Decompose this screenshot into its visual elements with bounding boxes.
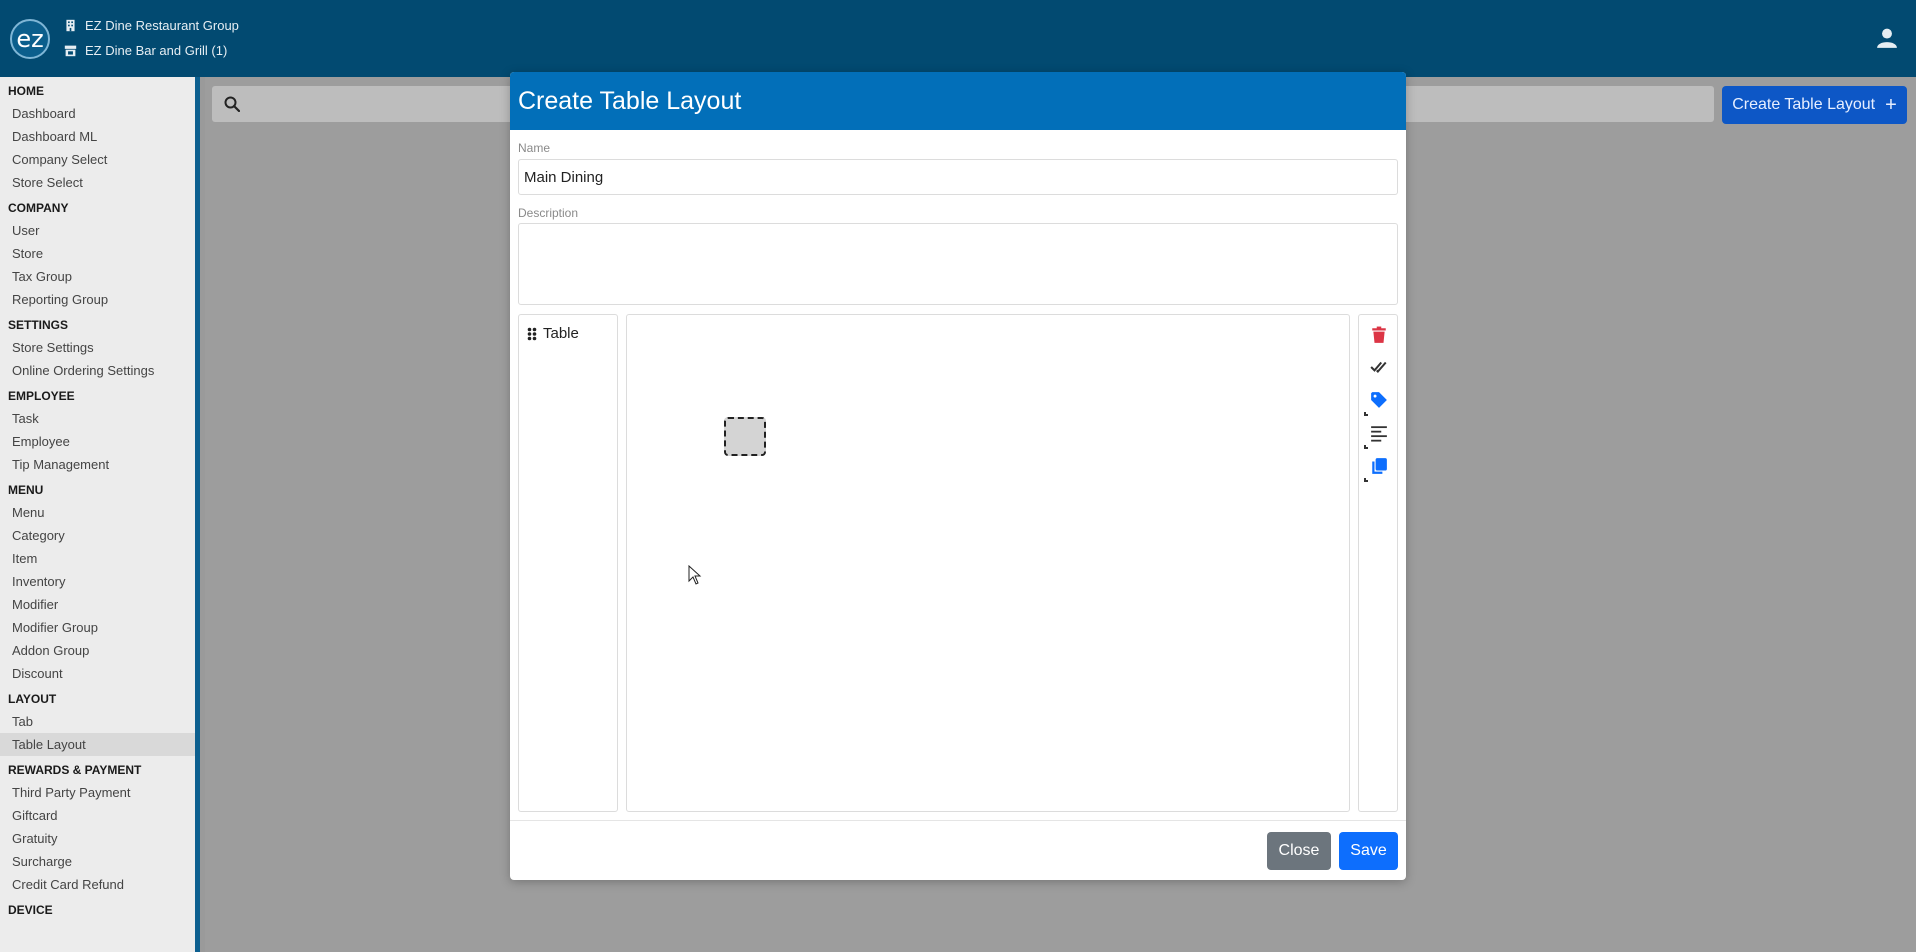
description-input[interactable] [518, 223, 1398, 305]
canvas-toolbar [1358, 314, 1398, 812]
store-selector[interactable]: EZ Dine Bar and Grill (1) [64, 43, 227, 58]
element-palette: Table [518, 314, 618, 812]
sidebar-item-table-layout[interactable]: Table Layout [0, 733, 195, 756]
sidebar-item-category[interactable]: Category [0, 524, 195, 547]
create-table-layout-button[interactable]: Create Table Layout + [1722, 86, 1907, 124]
nav-section-home: HOME [8, 84, 44, 98]
sidebar-item-giftcard[interactable]: Giftcard [0, 804, 195, 827]
name-label: Name [518, 141, 551, 155]
sidebar-item-tax-group[interactable]: Tax Group [0, 265, 195, 288]
copy-icon [1372, 458, 1387, 474]
sidebar-item-modifier[interactable]: Modifier [0, 593, 195, 616]
sidebar-item-task[interactable]: Task [0, 407, 195, 430]
tag-icon [1371, 392, 1387, 408]
duplicate-button[interactable] [1364, 456, 1389, 482]
sidebar-item-modifier-group[interactable]: Modifier Group [0, 616, 195, 639]
sidebar-item-discount[interactable]: Discount [0, 662, 195, 685]
align-button[interactable] [1364, 423, 1389, 449]
store-icon [64, 45, 77, 57]
save-button[interactable]: Save [1339, 832, 1398, 870]
sidebar-item-store-settings[interactable]: Store Settings [0, 336, 195, 359]
sidebar-item-dashboard-ml[interactable]: Dashboard ML [0, 125, 195, 148]
sidebar-item-tab[interactable]: Tab [0, 710, 195, 733]
modal-title: Create Table Layout [510, 72, 1406, 130]
company-selector[interactable]: EZ Dine Restaurant Group [64, 18, 239, 33]
company-name: EZ Dine Restaurant Group [85, 18, 239, 33]
mouse-cursor-icon [688, 565, 702, 585]
search-icon [212, 86, 252, 122]
sidebar-item-online-ordering-settings[interactable]: Online Ordering Settings [0, 359, 195, 382]
sidebar-item-addon-group[interactable]: Addon Group [0, 639, 195, 662]
store-name: EZ Dine Bar and Grill (1) [85, 43, 228, 58]
sidebar-item-menu[interactable]: Menu [0, 501, 195, 524]
delete-button[interactable] [1369, 325, 1389, 345]
layout-canvas[interactable] [626, 314, 1350, 812]
sidebar-item-surcharge[interactable]: Surcharge [0, 850, 195, 873]
double-check-icon [1370, 361, 1387, 373]
create-button-label: Create Table Layout [1732, 96, 1876, 113]
sidebar-item-store-select[interactable]: Store Select [0, 171, 195, 194]
create-table-layout-modal: Create Table Layout Name Description Tab… [510, 72, 1406, 880]
label-button[interactable] [1364, 390, 1389, 416]
sidebar-item-inventory[interactable]: Inventory [0, 570, 195, 593]
top-bar: ez EZ Dine Restaurant Group EZ Dine Bar … [0, 0, 1916, 77]
select-all-button[interactable] [1369, 357, 1389, 377]
sidebar-item-store[interactable]: Store [0, 242, 195, 265]
dropdown-indicator-icon [1364, 478, 1368, 482]
building-icon [66, 19, 75, 32]
nav-section-device: DEVICE [8, 903, 53, 917]
sidebar-item-reporting-group[interactable]: Reporting Group [0, 288, 195, 311]
close-button[interactable]: Close [1267, 832, 1331, 870]
sidebar-item-gratuity[interactable]: Gratuity [0, 827, 195, 850]
sidebar-item-company-select[interactable]: Company Select [0, 148, 195, 171]
user-icon[interactable] [1876, 27, 1898, 49]
drag-handle-icon [527, 327, 537, 340]
dropdown-indicator-icon [1364, 412, 1368, 416]
sidebar-item-credit-card-refund[interactable]: Credit Card Refund [0, 873, 195, 896]
nav-section-employee: EMPLOYEE [8, 389, 75, 403]
nav-section-settings: SETTINGS [8, 318, 69, 332]
sidebar-item-user[interactable]: User [0, 219, 195, 242]
dropdown-indicator-icon [1364, 445, 1368, 449]
name-input[interactable] [518, 159, 1398, 195]
align-left-icon [1371, 426, 1387, 442]
plus-icon: + [1885, 94, 1897, 116]
description-label: Description [518, 206, 579, 220]
nav-section-company: COMPANY [8, 201, 69, 215]
sidebar-item-item[interactable]: Item [0, 547, 195, 570]
nav-section-rewards-payment: REWARDS & PAYMENT [8, 763, 142, 777]
trash-icon [1372, 326, 1386, 343]
palette-item-table[interactable]: Table [527, 325, 579, 342]
table-element[interactable] [724, 417, 766, 456]
sidebar-item-tip-management[interactable]: Tip Management [0, 453, 195, 476]
palette-item-label: Table [543, 325, 579, 342]
sidebar-nav: HOME Dashboard Dashboard ML Company Select S… [0, 77, 200, 952]
sidebar-item-employee[interactable]: Employee [0, 430, 195, 453]
modal-footer-divider [510, 820, 1406, 821]
sidebar-item-third-party-payment[interactable]: Third Party Payment [0, 781, 195, 804]
nav-section-layout: LAYOUT [8, 692, 57, 706]
nav-section-menu: MENU [8, 483, 44, 497]
sidebar-item-dashboard[interactable]: Dashboard [0, 102, 195, 125]
app-logo[interactable]: ez [10, 19, 50, 59]
